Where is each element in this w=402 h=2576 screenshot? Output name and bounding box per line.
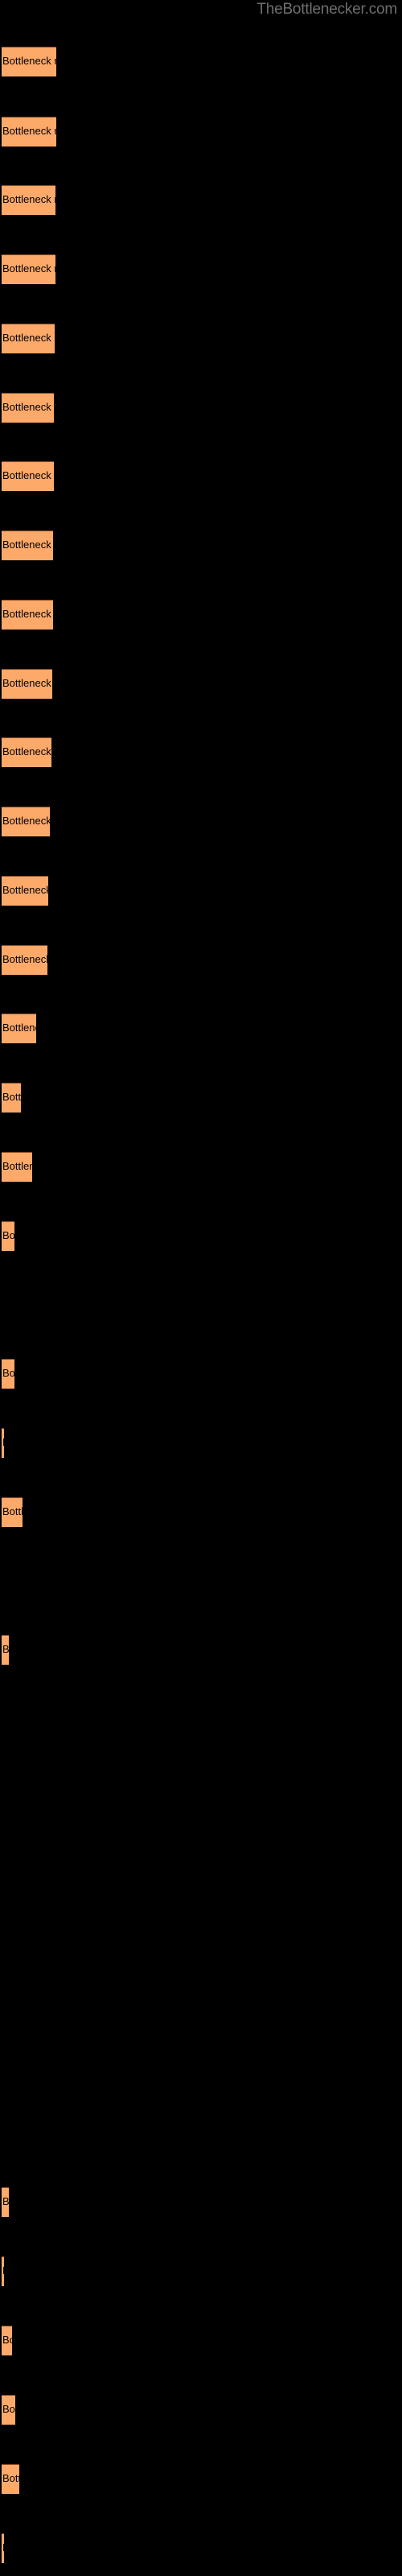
bar-5 xyxy=(2,324,55,353)
bar-11 xyxy=(2,737,51,767)
bar-4 xyxy=(2,254,55,284)
bottleneck-bar-chart: Bottleneck resultBottleneck resultBottle… xyxy=(0,0,402,2576)
bar-3 xyxy=(2,185,55,215)
bar-18 xyxy=(2,1221,14,1251)
bar-6 xyxy=(2,393,54,423)
bar-7 xyxy=(2,461,54,491)
bar-21 xyxy=(2,1497,23,1527)
bar-22 xyxy=(2,1635,9,1665)
bar-16 xyxy=(2,1083,21,1113)
bar-27 xyxy=(2,2464,19,2494)
bar-13 xyxy=(2,876,48,906)
bar-10 xyxy=(2,669,52,699)
bar-15 xyxy=(2,1013,36,1043)
bar-19 xyxy=(2,1359,14,1389)
bar-8 xyxy=(2,530,53,560)
bar-25 xyxy=(2,2326,12,2355)
bar-1 xyxy=(2,47,56,76)
bar-2 xyxy=(2,117,56,147)
bar-17 xyxy=(2,1152,32,1182)
bar-24 xyxy=(2,2256,4,2286)
bar-28 xyxy=(2,2533,4,2563)
bar-23 xyxy=(2,2187,9,2217)
bar-9 xyxy=(2,600,53,630)
bar-14 xyxy=(2,945,47,975)
bar-20 xyxy=(2,1428,4,1458)
bar-12 xyxy=(2,807,50,836)
bar-26 xyxy=(2,2395,15,2425)
site-watermark: TheBottlenecker.com xyxy=(256,1,397,18)
